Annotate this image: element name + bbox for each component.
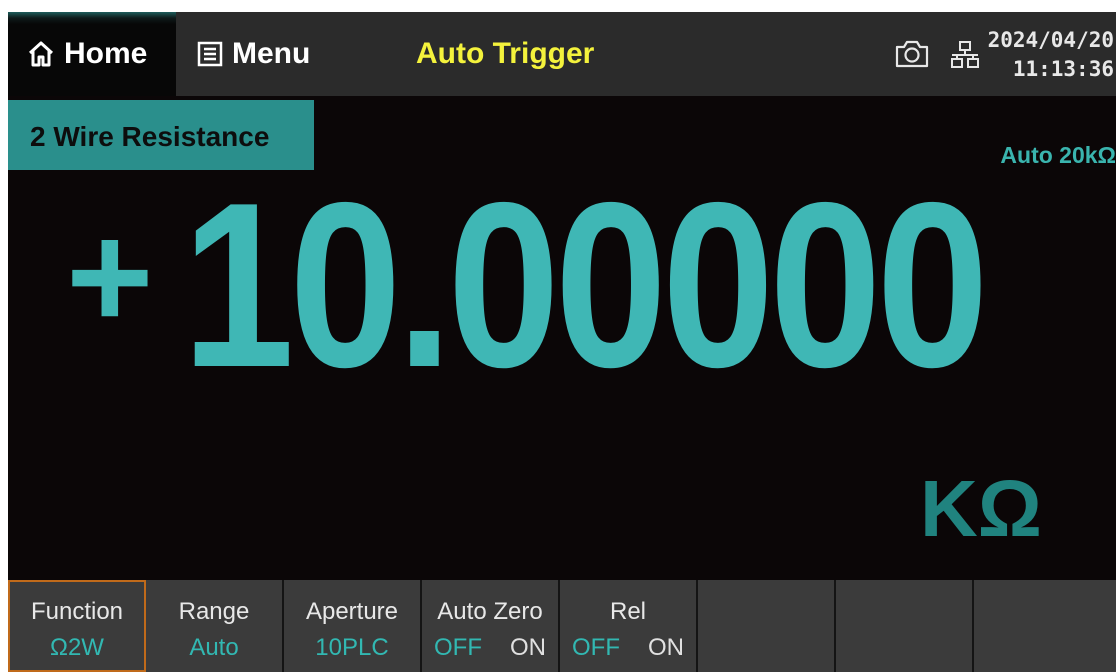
auto-zero-softkey-label: Auto Zero [437,598,543,625]
top-bar: Home Menu Auto Trigger 2024/04/20 11:13:… [8,12,1116,96]
reading-value: 10.00000 [181,152,989,416]
softkey-bar: Function Ω2W Range Auto Aperture 10PLC A… [8,580,1116,672]
home-icon [28,41,54,67]
range-softkey[interactable]: Range Auto [146,580,284,672]
menu-tab[interactable]: Menu [176,12,326,96]
home-tab[interactable]: Home [8,12,176,96]
range-softkey-value: Auto [189,634,239,661]
empty-softkey-8[interactable] [974,580,1116,672]
menu-list-icon [197,41,223,67]
rel-softkey[interactable]: Rel OFF ON [560,580,698,672]
function-softkey-value: Ω2W [50,634,104,661]
empty-softkey-6[interactable] [698,580,836,672]
aperture-softkey-value: 10PLC [315,634,389,661]
function-softkey-label: Function [30,598,124,625]
rel-off-option: OFF [572,634,620,661]
auto-zero-off-option: OFF [434,634,482,661]
network-icon [951,41,979,68]
empty-softkey-7[interactable] [836,580,974,672]
camera-icon[interactable] [894,38,930,70]
auto-zero-softkey[interactable]: Auto Zero OFF ON [422,580,560,672]
menu-label: Menu [232,37,311,70]
aperture-softkey[interactable]: Aperture 10PLC [284,580,422,672]
home-label: Home [64,37,148,70]
auto-zero-toggle: OFF ON [422,628,558,668]
rel-on-option: ON [648,634,684,661]
function-softkey[interactable]: Function Ω2W [8,580,146,672]
auto-zero-on-option: ON [510,634,546,661]
time-text: 11:13:36 [1012,57,1114,81]
datetime: 2024/04/20 11:13:36 [988,26,1114,84]
reading-unit: KΩ [920,464,1042,553]
main-reading: + 10.00000 [66,153,1114,416]
aperture-softkey-label: Aperture [305,598,399,625]
rel-softkey-label: Rel [609,598,646,625]
date-text: 2024/04/20 [987,28,1114,52]
rel-toggle: OFF ON [560,628,696,668]
reading-sign: + [66,191,154,360]
trigger-mode: Auto Trigger [416,37,595,70]
meter-screen: Home Menu Auto Trigger 2024/04/20 11:13:… [8,12,1116,672]
range-softkey-label: Range [178,598,250,625]
